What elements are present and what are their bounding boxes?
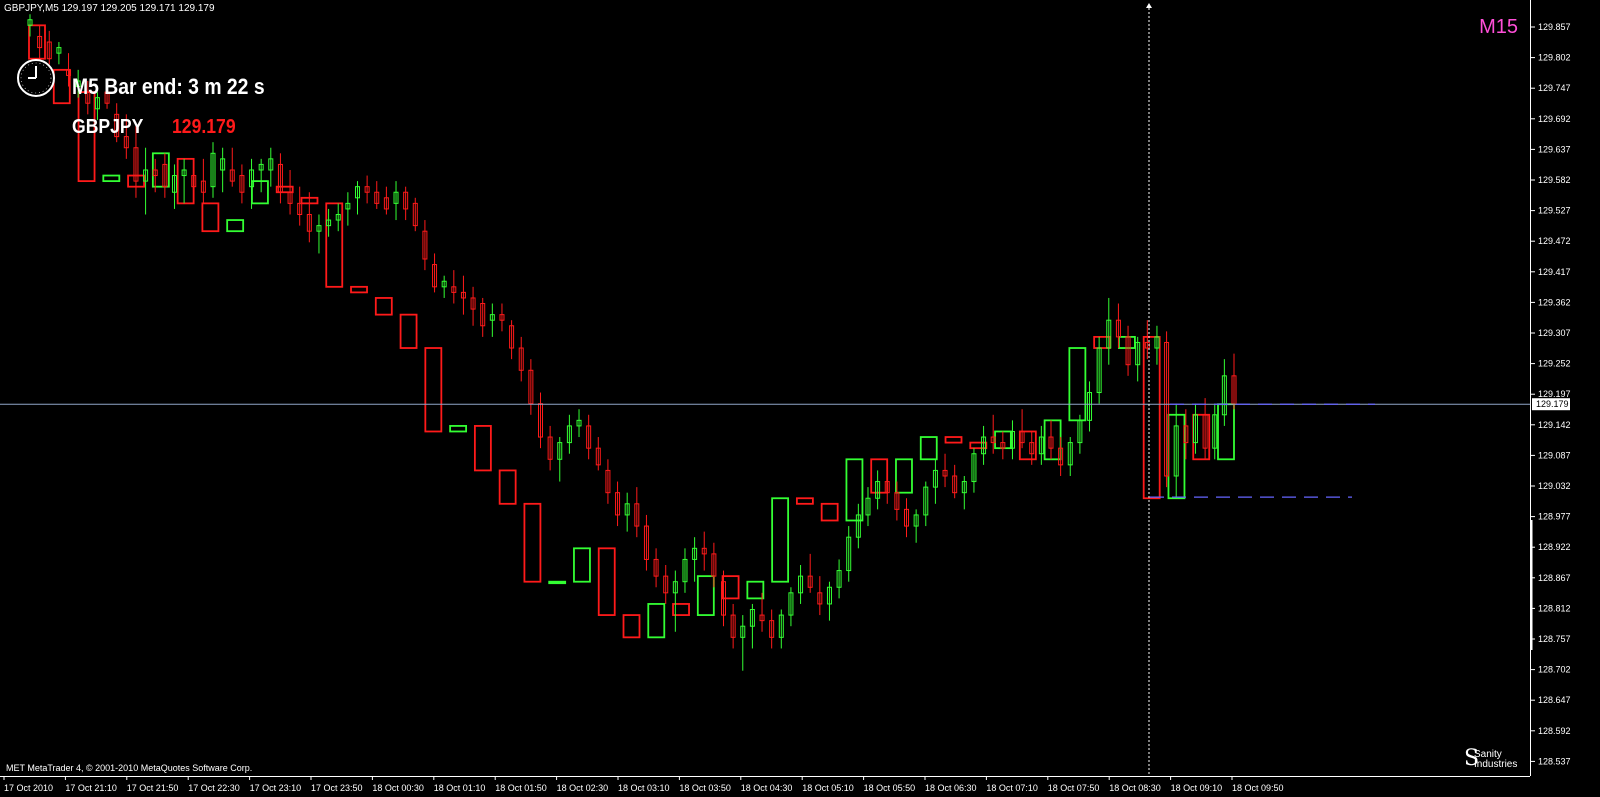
time-tick-label: 18 Oct 08:30 — [1109, 783, 1161, 793]
m15-candle — [721, 575, 740, 600]
m15-candle — [795, 497, 814, 505]
m15-candle — [52, 68, 71, 105]
bar-end-countdown: M5 Bar end: 3 m 22 s — [72, 74, 265, 99]
timeframe-label: M15 — [1479, 16, 1518, 38]
price-tick-label: 128.537 — [1538, 756, 1571, 766]
time-tick-label: 18 Oct 02:30 — [557, 783, 609, 793]
time-tick-label: 17 Oct 21:10 — [65, 783, 117, 793]
m15-candle — [201, 202, 220, 233]
price-tick-label: 129.362 — [1538, 297, 1571, 307]
m15-candle — [374, 297, 393, 316]
price-tick-label: 128.757 — [1538, 634, 1571, 644]
m15-candle — [523, 502, 542, 583]
time-tick-label: 17 Oct 22:30 — [188, 783, 240, 793]
price-tick-label: 129.582 — [1538, 175, 1571, 185]
m15-candle — [226, 219, 245, 233]
m15-candle — [647, 603, 666, 639]
time-tick-label: 18 Oct 09:10 — [1171, 783, 1223, 793]
m15-candle — [1118, 335, 1136, 349]
price-tick-label: 128.977 — [1538, 512, 1571, 522]
m15-candle — [449, 425, 468, 433]
time-tick-label: 18 Oct 07:50 — [1048, 783, 1100, 793]
m15-candle — [597, 547, 616, 616]
price-tick-label: 129.802 — [1538, 53, 1571, 63]
time-tick-label: 18 Oct 05:10 — [802, 783, 854, 793]
m15-candle — [820, 502, 839, 522]
price-tick-label: 129.472 — [1538, 236, 1571, 246]
price-tick-label: 128.647 — [1538, 695, 1571, 705]
price-tick-label: 129.857 — [1538, 22, 1571, 32]
current-price-tag-label: 129.179 — [1536, 399, 1569, 409]
m15-candle — [696, 575, 715, 616]
m15-candle — [399, 313, 418, 349]
time-axis[interactable]: 17 Oct 2010 17 Oct 21:10 17 Oct 21:50 17 Oc… — [0, 776, 1530, 796]
m15-candle — [473, 425, 492, 472]
time-tick-label: 18 Oct 00:30 — [372, 783, 424, 793]
time-tick-label: 17 Oct 21:50 — [127, 783, 179, 793]
price-tick-label: 128.867 — [1538, 573, 1571, 583]
m15-candle — [845, 458, 864, 522]
m15-candle — [498, 469, 517, 505]
time-tick-label: 17 Oct 23:10 — [250, 783, 302, 793]
price-tick-label: 129.692 — [1538, 114, 1571, 124]
overlay-symbol: GBPJPY — [72, 116, 144, 138]
time-tick-label: 18 Oct 06:30 — [925, 783, 977, 793]
m15-candle — [573, 547, 591, 583]
m15-candle — [424, 347, 443, 433]
price-tick-label: 128.702 — [1538, 665, 1571, 675]
crosshair-arrow-icon — [1146, 3, 1152, 8]
price-tick-label: 129.307 — [1538, 328, 1571, 338]
m15-candle — [919, 436, 938, 461]
time-tick-label: 18 Oct 05:50 — [864, 783, 916, 793]
m15-candle — [176, 157, 195, 205]
price-tick-label: 129.032 — [1538, 481, 1571, 491]
price-tick-label: 129.142 — [1538, 420, 1571, 430]
time-tick-label: 18 Oct 03:50 — [679, 783, 731, 793]
price-axis[interactable]: 129.857 129.802 129.747 129.692 129.637 129.5… — [1530, 0, 1600, 776]
m15-candle — [102, 174, 121, 183]
m15-candle — [895, 458, 913, 494]
m15-candle — [350, 285, 368, 294]
price-tick-label: 128.592 — [1538, 726, 1571, 736]
price-tick-label: 129.637 — [1538, 144, 1571, 154]
m15-candle — [548, 580, 567, 585]
time-tick-label: 17 Oct 2010 — [4, 783, 53, 793]
copyright-text: MET MetaTrader 4, © 2001-2010 MetaQuotes… — [6, 763, 253, 773]
sanity-logo-icon: S Sanity Industries — [1456, 746, 1520, 772]
time-tick-label: 18 Oct 01:50 — [495, 783, 547, 793]
price-tick-label: 129.197 — [1538, 389, 1571, 399]
m15-candle — [1068, 347, 1087, 422]
symbol-info: GBPJPY,M5 129.197 129.205 129.171 129.17… — [4, 3, 215, 14]
m15-candle — [622, 614, 641, 639]
overlay-price: 129.179 — [172, 116, 236, 138]
m15-candle — [28, 24, 46, 60]
time-tick-label: 18 Oct 01:10 — [434, 783, 486, 793]
clock-icon — [17, 59, 55, 97]
price-tick-label: 128.812 — [1538, 603, 1571, 613]
m15-candle — [746, 580, 765, 600]
price-tick-label: 128.922 — [1538, 542, 1571, 552]
m15-candle — [944, 436, 963, 444]
time-tick-label: 18 Oct 07:10 — [986, 783, 1038, 793]
time-tick-label: 18 Oct 09:50 — [1232, 783, 1284, 793]
m15-candle — [771, 497, 790, 583]
m15-candle — [1093, 335, 1112, 349]
time-tick-label: 18 Oct 03:10 — [618, 783, 670, 793]
price-tick-label: 129.252 — [1538, 359, 1571, 369]
logo-line2: Industries — [1474, 759, 1518, 770]
price-tick-label: 129.527 — [1538, 206, 1571, 216]
time-tick-label: 18 Oct 04:30 — [741, 783, 793, 793]
price-tick-label: 129.087 — [1538, 450, 1571, 460]
m15-candle — [251, 180, 269, 205]
price-tick-label: 129.417 — [1538, 267, 1571, 277]
time-tick-label: 17 Oct 23:50 — [311, 783, 363, 793]
price-tick-label: 129.747 — [1538, 83, 1571, 93]
